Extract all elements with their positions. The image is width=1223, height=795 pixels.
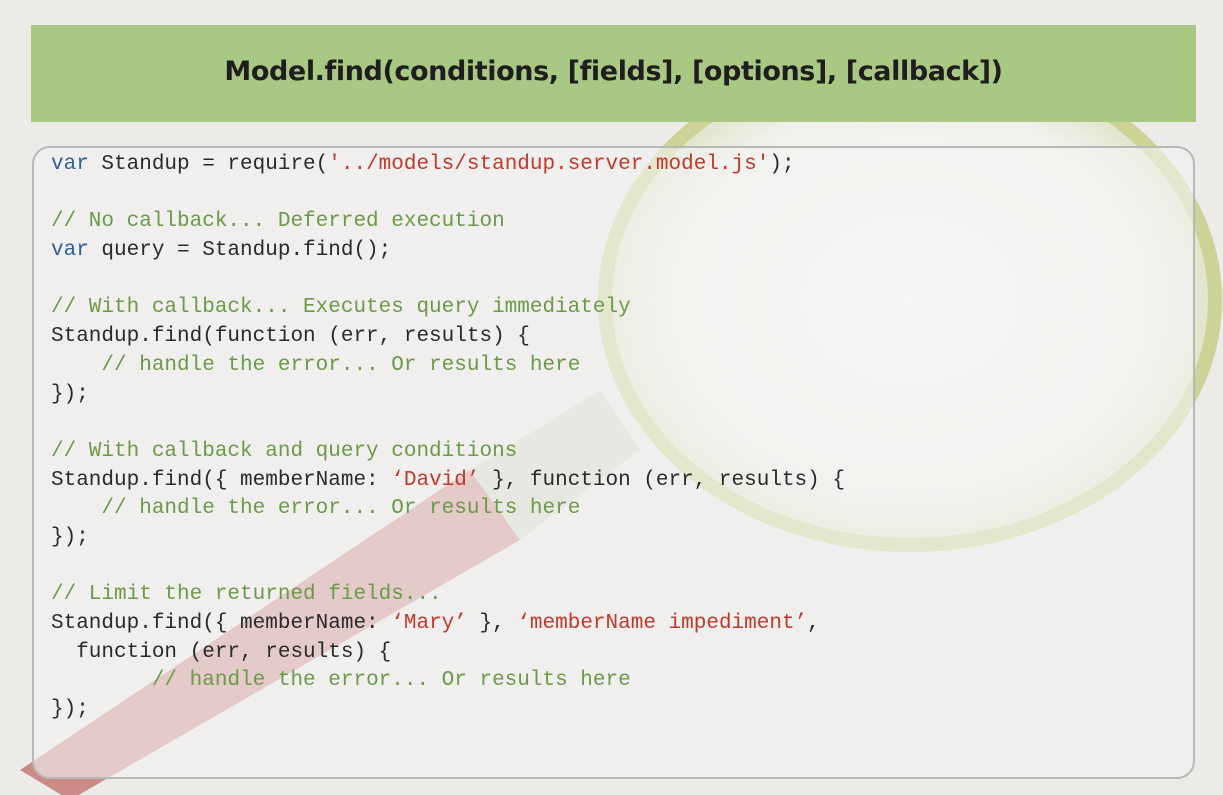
code-line: // With callback... Executes query immed… xyxy=(51,294,845,323)
code-keyword: var xyxy=(51,239,89,263)
code-line: }); xyxy=(51,524,845,553)
code-text: }); xyxy=(51,698,89,722)
code-line: // No callback... Deferred execution xyxy=(51,208,845,237)
code-text: function (err, results) { xyxy=(51,640,392,664)
code-text: Standup.find({ memberName: xyxy=(51,612,392,635)
code-line: // handle the error... Or results here xyxy=(51,667,845,696)
code-text: Standup = require( xyxy=(88,153,329,176)
code-line: }); xyxy=(51,696,845,725)
code-comment: // No callback... Deferred execution xyxy=(51,210,505,234)
code-line: var query = Standup.find(); xyxy=(51,237,845,266)
code-string: ‘David’ xyxy=(391,468,480,492)
code-line: // handle the error... Or results here xyxy=(51,352,845,381)
code-text: ); xyxy=(769,153,795,176)
code-text: }, xyxy=(466,612,518,635)
code-line: }); xyxy=(51,381,845,410)
code-text: }); xyxy=(51,525,89,549)
code-comment: // handle the error... Or results here xyxy=(101,497,581,521)
code-keyword: var xyxy=(51,153,89,176)
code-line: Standup.find({ memberName: ‘Mary’ }, ‘me… xyxy=(51,610,845,639)
code-comment: // Limit the returned fields... xyxy=(51,583,442,607)
code-text: query = Standup.find(); xyxy=(88,239,392,263)
slide-title: Model.find(conditions, [fields], [option… xyxy=(224,56,1003,87)
code-line: // With callback and query conditions xyxy=(51,438,845,467)
code-text: }, function (err, results) { xyxy=(479,468,845,492)
code-string: '../models/standup.server.model.js' xyxy=(328,153,770,176)
code-line: // Limit the returned fields... xyxy=(51,581,845,610)
code-comment: // With callback and query conditions xyxy=(51,439,518,463)
code-line: // handle the error... Or results here xyxy=(51,495,845,524)
code-text: , xyxy=(807,612,820,635)
code-line: Standup.find({ memberName: ‘David’ }, fu… xyxy=(51,467,845,496)
code-text: Standup.find({ memberName: xyxy=(51,468,392,492)
code-line: var Standup = require('../models/standup… xyxy=(51,151,845,180)
title-banner: Model.find(conditions, [fields], [option… xyxy=(31,25,1196,122)
code-block: var Standup = require('../models/standup… xyxy=(51,151,845,725)
code-comment: // handle the error... Or results here xyxy=(151,669,631,693)
code-line: Standup.find(function (err, results) { xyxy=(51,323,845,352)
code-text: Standup.find(function (err, results) { xyxy=(51,325,530,349)
code-line: function (err, results) { xyxy=(51,639,845,668)
code-comment: // handle the error... Or results here xyxy=(101,353,581,377)
code-text: }); xyxy=(51,382,89,406)
code-string: ‘Mary’ xyxy=(391,612,467,635)
code-string: ‘memberName impediment’ xyxy=(517,612,808,635)
code-comment: // With callback... Executes query immed… xyxy=(51,296,631,320)
